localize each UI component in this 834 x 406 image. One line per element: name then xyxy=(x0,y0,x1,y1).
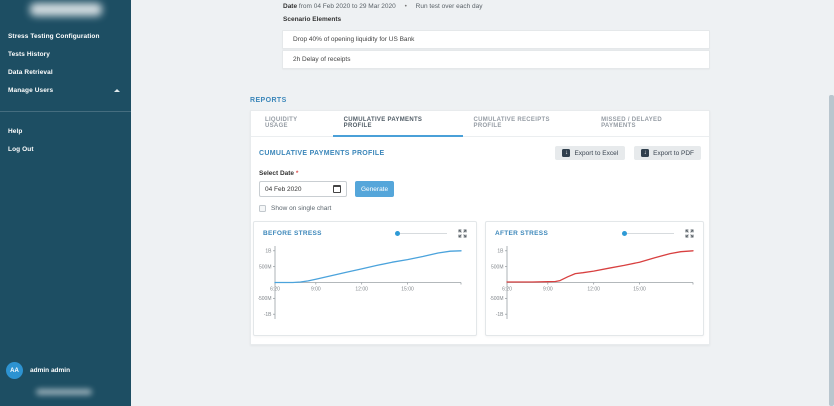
svg-text:-1B: -1B xyxy=(496,312,504,318)
svg-text:1B: 1B xyxy=(497,249,504,255)
before-stress-line-chart[interactable]: 1B 500M -500M -1B 6:20 9:00 12:00 15:00 xyxy=(258,240,468,326)
after-stress-chart-card: AFTER STRESS 1B 500M -500M -1B 6:20 9:00 12:00… xyxy=(485,221,704,336)
svg-text:1B: 1B xyxy=(265,249,272,255)
svg-text:500M: 500M xyxy=(259,264,272,270)
reports-panel: LIQUIDITY USAGE CUMULATIVE PAYMENTS PROF… xyxy=(250,110,710,345)
fullscreen-expand-icon[interactable] xyxy=(685,229,694,238)
sidebar-item-label: Log Out xyxy=(8,146,34,153)
export-icon: ↓ xyxy=(562,149,570,157)
sidebar-item-label: Data Retrieval xyxy=(8,69,53,76)
svg-text:12:00: 12:00 xyxy=(355,287,368,293)
section-header-row: CUMULATIVE PAYMENTS PROFILE ↓ Export to … xyxy=(251,137,709,160)
show-single-chart-checkbox[interactable] xyxy=(259,205,266,212)
reports-tabbar: LIQUIDITY USAGE CUMULATIVE PAYMENTS PROF… xyxy=(251,111,709,137)
date-range-text: from 04 Feb 2020 to 29 Mar 2020 xyxy=(299,3,396,10)
sidebar-footer-blurred-text xyxy=(36,389,92,395)
svg-text:15:00: 15:00 xyxy=(401,287,414,293)
after-stress-line-chart[interactable]: 1B 500M -500M -1B 6:20 9:00 12:00 15:00 xyxy=(490,240,700,326)
chart-zoom-slider[interactable] xyxy=(622,233,674,234)
export-excel-label: Export to Excel xyxy=(574,150,618,157)
scenario-item-text: 2h Delay of receipts xyxy=(293,56,350,63)
sidebar-item-help[interactable]: Help xyxy=(0,122,131,140)
slider-handle[interactable] xyxy=(622,231,627,236)
reports-section-label: REPORTS xyxy=(250,97,287,104)
sidebar-item-label: Tests History xyxy=(8,51,50,58)
svg-text:-500M: -500M xyxy=(258,296,272,302)
export-icon: ↓ xyxy=(641,149,649,157)
run-test-text: Run test over each day xyxy=(416,3,483,10)
section-title: CUMULATIVE PAYMENTS PROFILE xyxy=(259,150,384,157)
vertical-scrollbar[interactable] xyxy=(829,95,834,406)
separator-dot: • xyxy=(405,3,407,10)
sidebar-item-manage-users[interactable]: Manage Users xyxy=(0,81,131,99)
sidebar-item-label: Stress Testing Configuration xyxy=(8,33,100,40)
scenario-item-text: Drop 40% of opening liquidity for US Ban… xyxy=(293,36,414,43)
date-controls-row: 04 Feb 2020 Generate xyxy=(259,181,709,197)
required-asterisk: * xyxy=(296,170,299,177)
tab-liquidity-usage[interactable]: LIQUIDITY USAGE xyxy=(254,111,333,137)
svg-text:12:00: 12:00 xyxy=(587,287,600,293)
scenario-elements-list: Drop 40% of opening liquidity for US Ban… xyxy=(282,30,710,70)
slider-handle[interactable] xyxy=(395,231,400,236)
tab-missed-delayed-payments[interactable]: MISSED / DELAYED PAYMENTS xyxy=(590,111,709,137)
export-to-pdf-button[interactable]: ↓ Export to PDF xyxy=(634,146,701,160)
svg-text:9:00: 9:00 xyxy=(311,287,321,293)
user-name: admin admin xyxy=(30,367,70,374)
sidebar-nav: Stress Testing Configuration Tests Histo… xyxy=(0,27,131,158)
sidebar: Stress Testing Configuration Tests Histo… xyxy=(0,0,131,406)
sidebar-item-stress-testing-configuration[interactable]: Stress Testing Configuration xyxy=(0,27,131,45)
chart-header: AFTER STRESS xyxy=(486,222,703,238)
before-stress-chart-card: BEFORE STRESS 1B 500M -500M -1B 6:20 9:00 12:0… xyxy=(253,221,477,336)
fullscreen-expand-icon[interactable] xyxy=(458,229,467,238)
generate-button[interactable]: Generate xyxy=(355,181,394,197)
scenario-item[interactable]: Drop 40% of opening liquidity for US Ban… xyxy=(282,30,710,49)
svg-text:6:20: 6:20 xyxy=(270,287,280,293)
svg-text:9:00: 9:00 xyxy=(543,287,553,293)
svg-text:500M: 500M xyxy=(491,264,504,270)
calendar-icon xyxy=(333,185,341,193)
scenario-item[interactable]: 2h Delay of receipts xyxy=(282,50,710,69)
charts-row: BEFORE STRESS 1B 500M -500M -1B 6:20 9:00 12:0… xyxy=(253,221,709,336)
sidebar-item-label: Manage Users xyxy=(8,87,53,94)
chart-title: BEFORE STRESS xyxy=(263,230,395,237)
chart-zoom-slider[interactable] xyxy=(395,233,447,234)
single-chart-option: Show on single chart xyxy=(259,205,709,212)
select-date-label: Select Date * xyxy=(259,170,709,177)
sidebar-item-label: Help xyxy=(8,128,23,135)
export-buttons: ↓ Export to Excel ↓ Export to PDF xyxy=(555,146,701,160)
app-logo xyxy=(30,3,102,16)
date-input[interactable]: 04 Feb 2020 xyxy=(259,181,347,197)
scenario-elements-title: Scenario Elements xyxy=(283,16,341,23)
user-block: AA admin admin xyxy=(6,362,70,379)
svg-text:-1B: -1B xyxy=(264,312,272,318)
date-input-value: 04 Feb 2020 xyxy=(265,186,302,193)
sidebar-item-tests-history[interactable]: Tests History xyxy=(0,45,131,63)
tab-cumulative-payments-profile[interactable]: CUMULATIVE PAYMENTS PROFILE xyxy=(333,111,463,137)
chart-header: BEFORE STRESS xyxy=(254,222,476,238)
svg-text:15:00: 15:00 xyxy=(633,287,646,293)
avatar: AA xyxy=(6,362,23,379)
chevron-up-icon xyxy=(114,89,120,92)
svg-text:-500M: -500M xyxy=(490,296,504,302)
svg-text:6:20: 6:20 xyxy=(502,287,512,293)
sidebar-item-data-retrieval[interactable]: Data Retrieval xyxy=(0,63,131,81)
export-to-excel-button[interactable]: ↓ Export to Excel xyxy=(555,146,625,160)
sidebar-divider xyxy=(0,111,131,112)
tab-cumulative-receipts-profile[interactable]: CUMULATIVE RECEIPTS PROFILE xyxy=(463,111,591,137)
export-pdf-label: Export to PDF xyxy=(653,150,694,157)
sidebar-item-log-out[interactable]: Log Out xyxy=(0,140,131,158)
date-label: Date xyxy=(283,3,297,10)
chart-title: AFTER STRESS xyxy=(495,230,622,237)
date-range-line: Date from 04 Feb 2020 to 29 Mar 2020 • R… xyxy=(283,3,483,10)
checkbox-label: Show on single chart xyxy=(271,205,331,212)
select-date-text: Select Date xyxy=(259,170,294,177)
